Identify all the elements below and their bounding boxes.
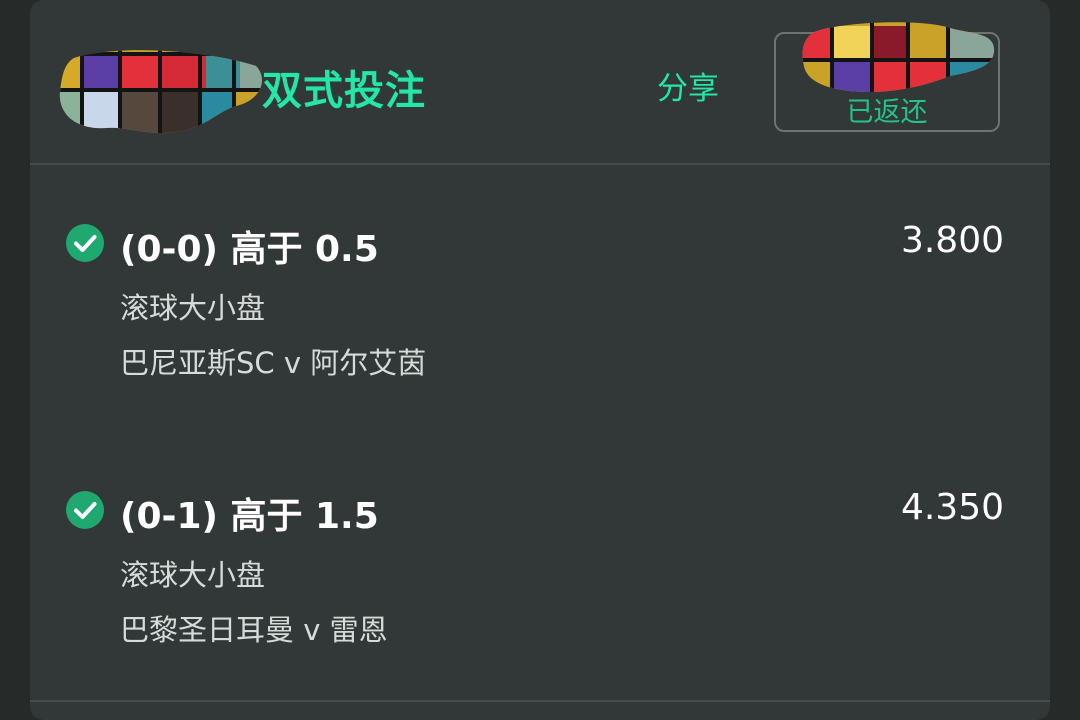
bottom-divider xyxy=(30,700,1050,702)
selection-match: 巴黎圣日耳曼 v 雷恩 xyxy=(120,613,388,647)
selection-match: 巴尼亚斯SC v 阿尔艾茵 xyxy=(120,346,427,380)
selection-market: 滚球大小盘 xyxy=(120,291,266,325)
selection-item: (0-0) 高于 0.5 3.800 滚球大小盘 巴尼亚斯SC v 阿尔艾茵 xyxy=(30,164,1050,380)
selection-title: (0-0) 高于 0.5 xyxy=(120,229,379,270)
redaction-mosaic-right xyxy=(802,22,995,92)
selection-market: 滚球大小盘 xyxy=(120,558,266,592)
redaction-mosaic-left xyxy=(59,50,262,133)
selection-odds: 3.800 xyxy=(900,220,1004,261)
selection-title: (0-1) 高于 1.5 xyxy=(120,496,379,537)
check-circle-icon xyxy=(66,224,104,262)
selection-item: (0-1) 高于 1.5 4.350 滚球大小盘 巴黎圣日耳曼 v 雷恩 xyxy=(30,431,1050,647)
bet-type-title: 双式投注 xyxy=(262,68,426,114)
bet-card-header: 双式投注 分享 已返还 xyxy=(30,0,1050,164)
share-button[interactable]: 分享 xyxy=(657,63,719,108)
selection-odds: 4.350 xyxy=(900,487,1004,528)
check-circle-icon xyxy=(66,491,104,529)
bet-card: 双式投注 分享 已返还 (0-0) 高于 0.5 3.800 滚球大小盘 巴尼亚… xyxy=(30,0,1050,720)
